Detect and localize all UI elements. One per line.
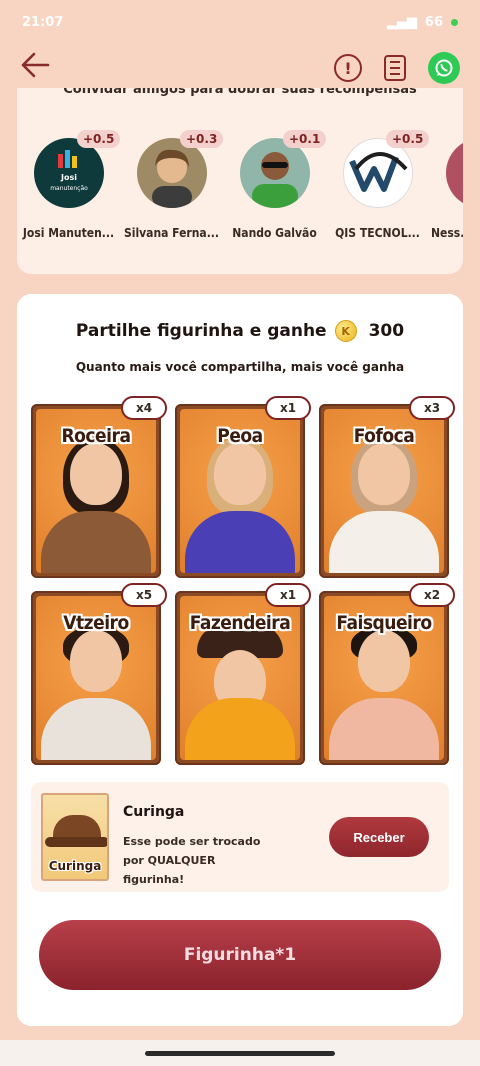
sticker-image: Fofoca — [324, 409, 444, 573]
sticker-portrait — [41, 437, 151, 573]
avatar — [136, 138, 207, 208]
friend-name: QIS TECNOL... — [335, 226, 420, 240]
sticker-share-button[interactable]: Figurinha*1 — [39, 920, 441, 990]
sticker-image: Faisqueiro — [324, 596, 444, 760]
friend-item[interactable]: Josi manutenção +0.5 Josi Manuten... — [17, 130, 121, 240]
sticker-card[interactable]: Faisqueiro x2 — [319, 583, 455, 765]
sticker-portrait — [185, 624, 295, 760]
curinga-description: Esse pode ser trocado por QUALQUER figur… — [123, 835, 261, 886]
bonus-badge: +0.5 — [386, 130, 430, 148]
sticker-card[interactable]: Peoa x1 — [175, 396, 311, 578]
status-icons: ▂▄▆ 66 — [387, 15, 458, 30]
sticker-count-badge: x1 — [265, 396, 311, 420]
notification-dot-icon — [451, 18, 458, 26]
sticker-count-badge: x4 — [121, 396, 167, 420]
bonus-badge: +0.5 — [77, 130, 121, 148]
curinga-title: Curinga — [123, 804, 185, 820]
sticker-card[interactable]: Roceira x4 — [31, 396, 167, 578]
bonus-badge: +0.3 — [180, 130, 224, 148]
friend-name: Nando Galvão — [232, 226, 317, 240]
app-header: ! — [0, 44, 480, 92]
sticker-portrait — [185, 437, 295, 573]
sticker-card[interactable]: Fazendeira x1 — [175, 583, 311, 765]
sticker-label: Faisqueiro — [336, 612, 432, 634]
sticker-portrait — [41, 626, 151, 760]
avatar — [342, 138, 413, 208]
friend-item[interactable]: +0.1 Nando Galvão — [223, 130, 327, 240]
sticker-label: Roceira — [61, 425, 131, 447]
sticker-count-badge: x1 — [265, 583, 311, 607]
invite-friends-card: Convidar amigos para dobrar suas recompe… — [17, 88, 463, 274]
header-actions: ! — [334, 52, 460, 84]
status-bar: 21:07 ▂▄▆ 66 — [0, 0, 480, 44]
back-arrow-icon[interactable] — [20, 52, 50, 84]
friend-item[interactable]: +0.3 Silvana Ferna... — [120, 130, 224, 240]
curinga-card-label: Curinga — [48, 859, 102, 873]
sticker-image: Fazendeira — [180, 596, 300, 760]
sticker-count-badge: x2 — [409, 583, 455, 607]
sticker-card[interactable]: Vtzeiro x5 — [31, 583, 167, 765]
friend-name: Ness... — [431, 226, 463, 240]
avatar — [239, 138, 310, 208]
sticker-count-badge: x5 — [121, 583, 167, 607]
wifi-icon: ▂▄▆ — [386, 14, 417, 30]
share-subtitle: Quanto mais você compartilha, mais você … — [75, 360, 405, 374]
sticker-image: Vtzeiro — [36, 596, 156, 760]
sticker-label: Peoa — [217, 425, 263, 447]
sticker-image: Peoa — [180, 409, 300, 573]
friend-item[interactable]: Ness... — [429, 138, 463, 240]
sticker-card[interactable]: Fofoca x3 — [319, 396, 455, 578]
share-title: Partilhe figurinha e ganhe — [75, 321, 327, 341]
status-time: 21:07 — [22, 14, 64, 30]
curinga-card-image: Curinga — [41, 793, 109, 881]
sticker-image: Roceira — [36, 409, 156, 573]
friends-list: Josi manutenção +0.5 Josi Manuten... +0.3… — [17, 130, 463, 240]
sticker-count-badge: x3 — [409, 396, 455, 420]
receive-button[interactable]: Receber — [329, 817, 429, 857]
curinga-offer: Curinga Curinga Esse pode ser trocado po… — [31, 782, 449, 892]
sticker-label: Fazendeira — [189, 612, 291, 634]
home-indicator[interactable] — [145, 1051, 335, 1056]
friend-item[interactable]: +0.5 QIS TECNOL... — [326, 130, 430, 240]
friend-name: Josi Manuten... — [22, 226, 115, 240]
whatsapp-icon[interactable] — [428, 52, 460, 84]
svg-text:manutenção: manutenção — [50, 185, 88, 192]
alert-icon[interactable]: ! — [334, 54, 362, 82]
sticker-label: Fofoca — [353, 425, 415, 447]
share-title-row: Partilhe figurinha e ganhe K 300 — [17, 320, 463, 342]
sticker-portrait — [329, 437, 439, 573]
svg-text:Josi: Josi — [60, 173, 77, 182]
sticker-label: Vtzeiro — [63, 612, 129, 634]
sticker-grid: Roceira x4 Peoa x1 Fofoca x3 Vtzeiro x5 … — [31, 396, 455, 765]
avatar — [445, 138, 463, 208]
sticker-portrait — [329, 626, 439, 760]
bonus-badge: +0.1 — [283, 130, 327, 148]
share-sticker-card: Partilhe figurinha e ganhe K 300 Quanto … — [17, 294, 463, 1026]
battery-level: 66 — [424, 14, 443, 30]
avatar: Josi manutenção — [33, 138, 104, 208]
coin-icon: K — [334, 320, 357, 342]
invite-title: Convidar amigos para dobrar suas recompe… — [63, 88, 417, 97]
document-icon[interactable] — [384, 55, 406, 81]
coin-value: 300 — [368, 321, 405, 341]
friend-name: Silvana Ferna... — [123, 226, 220, 240]
